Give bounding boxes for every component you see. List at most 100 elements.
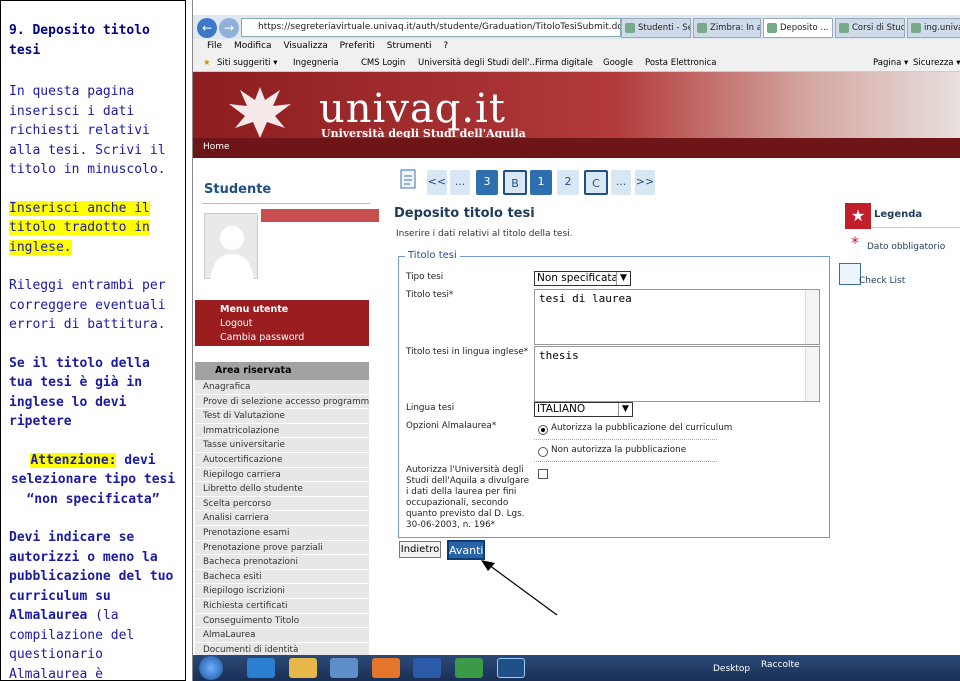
area-item[interactable]: Analisi carriera (195, 511, 369, 526)
legend-title: Legenda (874, 209, 923, 220)
raccolte-label[interactable]: Raccolte (761, 660, 800, 670)
step-button[interactable]: C (584, 170, 608, 195)
area-item[interactable]: Anagrafica (195, 380, 369, 395)
logout-link[interactable]: Logout (220, 318, 253, 329)
radio-non-autorizza[interactable] (538, 447, 548, 457)
tab-icon (697, 23, 707, 33)
autorizza-checkbox[interactable] (538, 469, 548, 479)
area-item[interactable]: Tasse universitarie (195, 438, 369, 453)
titolo-tesi-input[interactable]: tesi di laurea (534, 289, 820, 345)
tab-icon (767, 23, 777, 33)
fav-firma[interactable]: Firma digitale (535, 54, 593, 72)
textarea-scrollbar[interactable] (805, 347, 819, 401)
area-item[interactable]: Riepilogo carriera (195, 467, 369, 483)
area-item[interactable]: Riepilogo iscrizioni (195, 584, 369, 599)
menu-file[interactable]: File (207, 41, 222, 51)
instruction-attention: Attenzione: devi selezionare tipo tesi “… (9, 451, 177, 510)
step-button[interactable]: 1 (530, 170, 552, 195)
menu-modifica[interactable]: Modifica (234, 41, 272, 51)
area-item[interactable]: Conseguimento Titolo (195, 613, 369, 629)
word-icon[interactable] (413, 658, 441, 678)
titolo-inglese-input[interactable]: thesis (534, 346, 820, 402)
ie-icon[interactable] (247, 658, 275, 678)
user-menu: Menu utente Logout Cambia password (195, 300, 369, 346)
tab-studenti[interactable]: Studenti - Se... (621, 18, 691, 38)
folder-icon[interactable] (289, 658, 317, 678)
fav-pagina[interactable]: Pagina ▾ (873, 54, 908, 72)
radio-autorizza[interactable] (538, 425, 548, 435)
area-item[interactable]: Test di Valutazione (195, 409, 369, 424)
student-name-bar (261, 209, 379, 222)
menu-strumenti[interactable]: Strumenti (387, 41, 432, 51)
step-button[interactable]: ... (611, 170, 631, 195)
lingua-tesi-select[interactable]: ITALIANO ▼ (534, 402, 633, 417)
fav-siti[interactable]: Siti suggeriti ▾ (217, 54, 278, 72)
tab-ing[interactable]: ing.univaq (907, 18, 960, 38)
step-button[interactable]: 2 (557, 170, 579, 195)
start-icon[interactable] (199, 656, 223, 680)
area-item[interactable]: AlmaLaurea (195, 628, 369, 643)
opzioni-almalaurea-label: Opzioni Almalaurea* (406, 421, 497, 431)
step-button[interactable]: B (503, 170, 527, 195)
firefox-icon[interactable] (372, 658, 400, 678)
area-item[interactable]: Scelta percorso (195, 496, 369, 512)
bank-icon[interactable] (497, 658, 525, 678)
reserved-area-list: Anagrafica Prove di selezione accesso pro… (195, 380, 369, 658)
user-silhouette-icon (210, 226, 254, 280)
forward-arrow-icon[interactable]: → (219, 18, 239, 38)
tab-deposito[interactable]: Deposito ... (763, 18, 833, 38)
area-item[interactable]: Libretto dello studente (195, 482, 369, 497)
site-name: univaq.it (319, 86, 506, 132)
asterisk-icon: * (851, 233, 859, 252)
fav-cms[interactable]: CMS Login (361, 54, 405, 72)
step-button[interactable]: 3 (476, 170, 498, 195)
area-item[interactable]: Bacheca prenotazioni (195, 555, 369, 570)
home-link[interactable]: Home (203, 142, 230, 152)
fav-ingegneria[interactable]: Ingegneria (293, 54, 339, 72)
textarea-scrollbar[interactable] (805, 290, 819, 344)
legend-checklist[interactable]: Check List (859, 276, 905, 286)
media-player-icon[interactable] (330, 658, 358, 678)
legend-required: Dato obbligatorio (867, 242, 946, 252)
fav-google[interactable]: Google (603, 54, 633, 72)
area-item[interactable]: Richiesta certificati (195, 598, 369, 614)
menu-visualizza[interactable]: Visualizza (283, 41, 327, 51)
url-input[interactable]: https://segreteriavirtuale.univaq.it/aut… (241, 18, 621, 37)
area-item[interactable]: Prenotazione prove parziali (195, 540, 369, 556)
change-password-link[interactable]: Cambia password (220, 332, 304, 343)
chrome-icon[interactable] (455, 658, 483, 678)
autorizza-label: Autorizza l'Università degli Studi dell'… (406, 465, 530, 530)
radio-autorizza-label: Autorizza la pubblicazione del curriculu… (551, 423, 733, 433)
area-item[interactable]: Immatricolazione (195, 423, 369, 439)
divider (534, 439, 717, 440)
tab-label: Corsi di Stud... (852, 23, 904, 33)
fav-universita[interactable]: Università degli Studi dell'... (418, 54, 538, 72)
windows-taskbar: Desktop Raccolte (193, 655, 960, 681)
step-button[interactable]: >> (635, 170, 655, 195)
tipo-tesi-select[interactable]: Non specificata ▼ (534, 271, 631, 286)
step-button[interactable]: ... (450, 170, 470, 195)
area-item[interactable]: Bacheca esiti (195, 569, 369, 585)
radio-non-autorizza-label: Non autorizza la pubblicazione (551, 445, 687, 455)
menu-preferiti[interactable]: Preferiti (340, 41, 375, 51)
tab-zimbra[interactable]: Zimbra: In ar... (693, 18, 761, 38)
reserved-area-title: Area riservata (195, 362, 369, 380)
area-item[interactable]: Autocertificazione (195, 452, 369, 468)
tab-corsi[interactable]: Corsi di Stud... (835, 18, 905, 38)
back-button[interactable]: Indietro (399, 541, 441, 558)
desktop-label[interactable]: Desktop (713, 664, 750, 674)
star-icon[interactable]: ★ (203, 54, 211, 72)
step-button[interactable]: << (427, 170, 447, 195)
back-arrow-icon[interactable]: ← (197, 18, 217, 38)
instructions-panel: 9. Deposito titolo tesi In questa pagina… (0, 0, 186, 681)
home-bar: Home (193, 138, 960, 158)
tab-label: Studenti - Se... (638, 23, 690, 33)
menu-help[interactable]: ? (443, 41, 448, 51)
fav-posta[interactable]: Posta Elettronica (645, 54, 716, 72)
area-item[interactable]: Prenotazione esami (195, 525, 369, 541)
tipo-tesi-value: Non specificata (537, 272, 618, 284)
fav-sicurezza[interactable]: Sicurezza ▾ (913, 54, 960, 72)
titolo-inglese-value: thesis (539, 349, 579, 362)
instruction-almalaurea: Devi indicare se autorizzi o meno la pub… (9, 528, 177, 681)
area-item[interactable]: Prove di selezione accesso programmato (195, 394, 369, 410)
